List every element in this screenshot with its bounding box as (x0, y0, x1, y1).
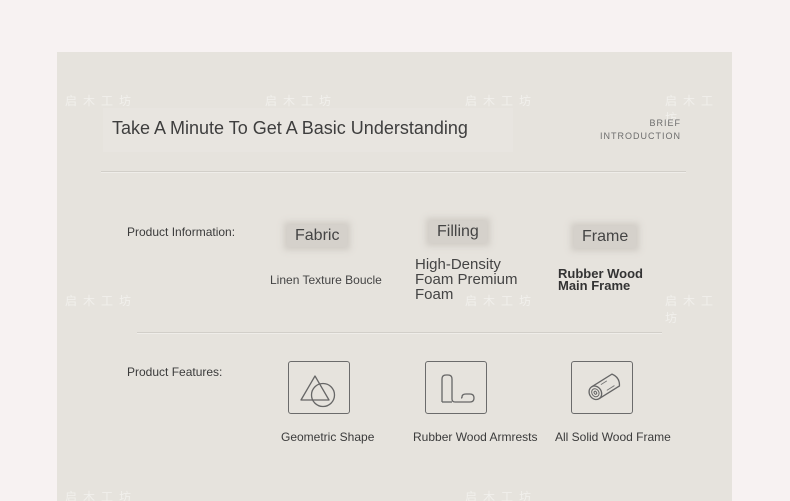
product-features-label: Product Features: (127, 365, 223, 379)
fabric-value: Linen Texture Boucle (270, 273, 382, 287)
intro-card: 启木工坊 启木工坊 启木工坊 启木工坊 启木工坊 启木工坊 启木工坊 启木工坊 … (57, 52, 732, 501)
armrest-icon (425, 361, 487, 414)
geometric-shape-label: Geometric Shape (281, 430, 375, 444)
frame-tag: Frame (574, 226, 637, 248)
watermark: 启木工坊 (65, 294, 138, 308)
watermark: 启木工坊 (265, 94, 338, 108)
frame-value: Rubber Wood Main Frame (558, 266, 643, 293)
brief-line: BRIEF (649, 118, 681, 128)
section-divider (137, 332, 662, 333)
filling-tag: Filling (429, 221, 487, 243)
wood-log-icon (571, 361, 633, 414)
watermark: 启木工坊 (65, 94, 138, 108)
watermark: 启木工坊 (665, 294, 720, 325)
rubber-wood-armrests-label: Rubber Wood Armrests (413, 430, 538, 444)
brief-introduction-label: BRIEF INTRODUCTION (600, 117, 681, 143)
watermark: 启木工坊 (65, 490, 138, 501)
product-information-label: Product Information: (127, 225, 236, 239)
header-divider (101, 171, 686, 172)
watermark: 启木工坊 (465, 94, 538, 108)
introduction-line: INTRODUCTION (600, 131, 681, 141)
page-title: Take A Minute To Get A Basic Understandi… (112, 118, 468, 138)
filling-value: High-Density Foam Premium Foam (415, 256, 518, 303)
watermark: 启木工坊 (465, 490, 538, 501)
geometric-shape-icon (288, 361, 350, 414)
page: { "header": { "title": "Take A Minute To… (0, 0, 790, 501)
fabric-tag: Fabric (287, 225, 348, 247)
all-solid-wood-frame-label: All Solid Wood Frame (555, 430, 671, 444)
